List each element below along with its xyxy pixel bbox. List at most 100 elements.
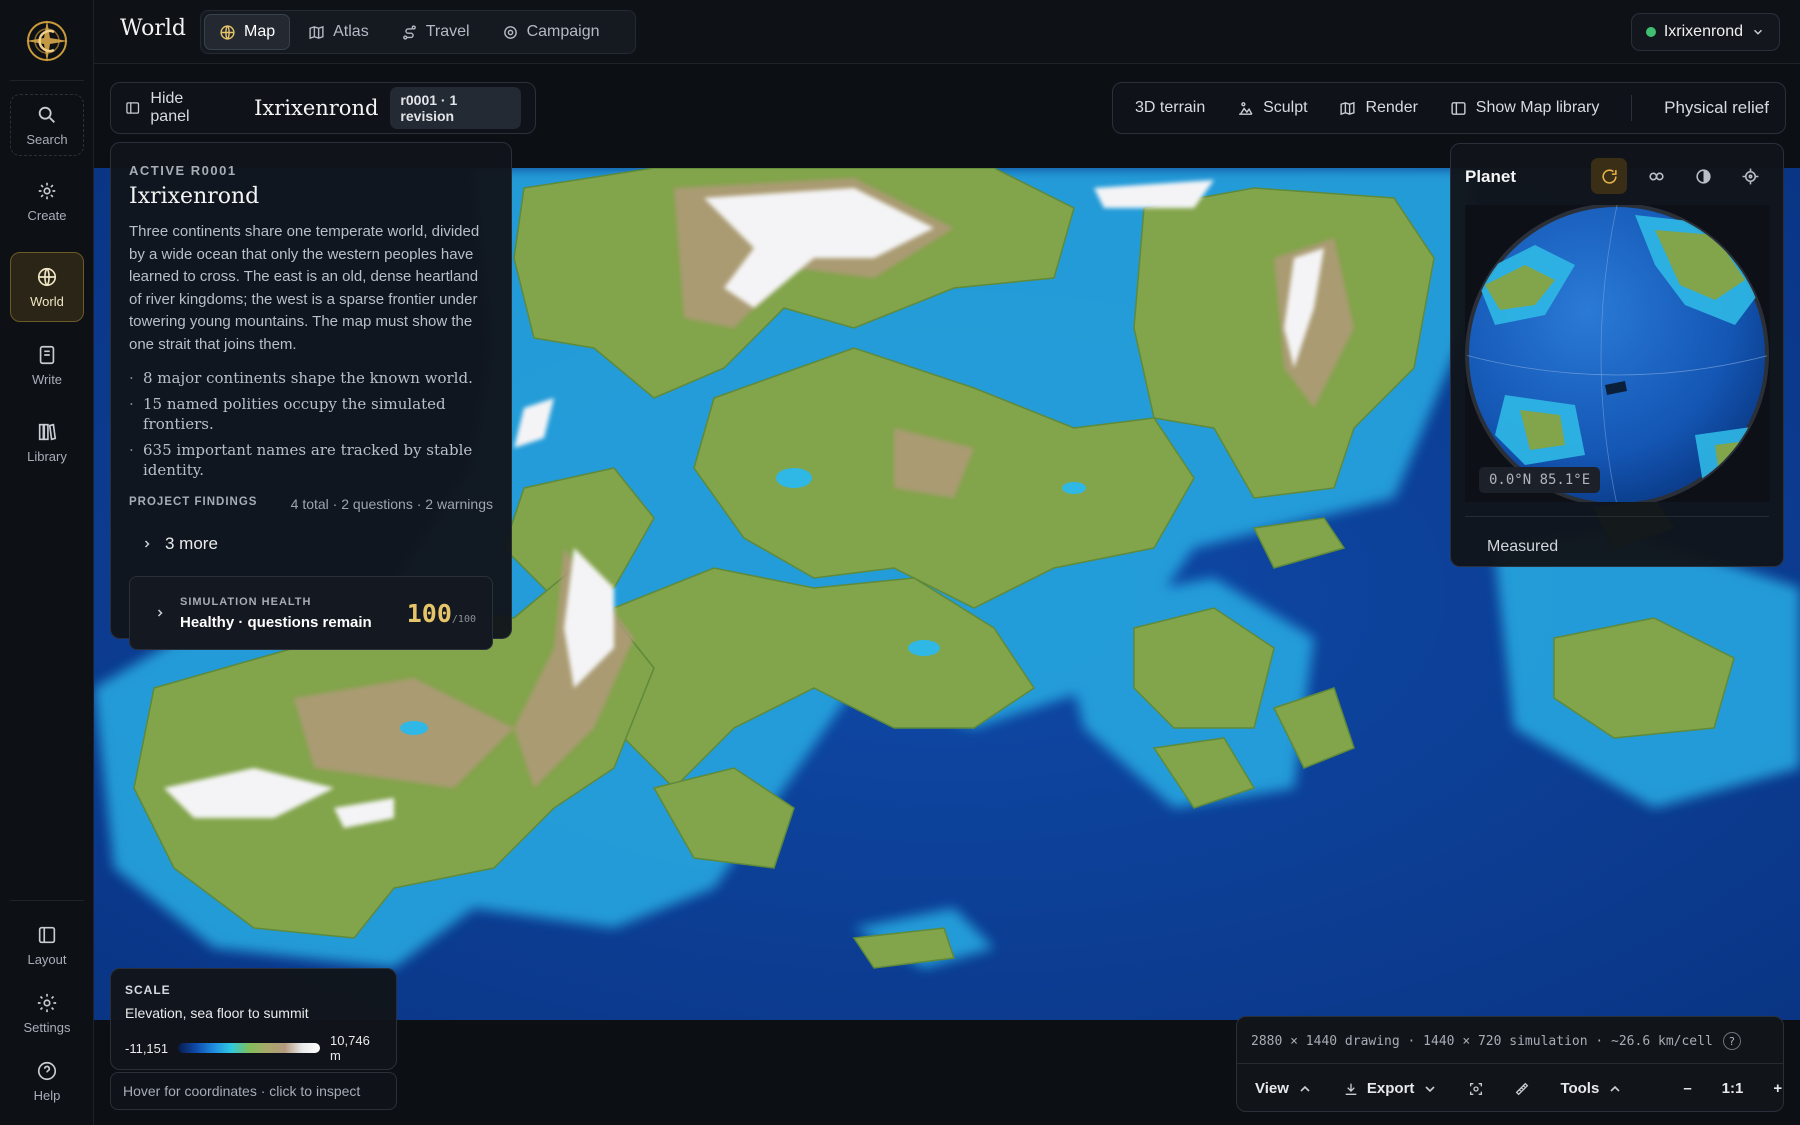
render-button[interactable]: Render <box>1339 99 1418 117</box>
simulation-health-card[interactable]: SIMULATION HEALTH Healthy · questions re… <box>129 576 493 650</box>
crosshair-icon <box>1742 168 1758 184</box>
sidebar-item-world[interactable]: World <box>10 252 84 322</box>
active-revision-kicker: ACTIVE R0001 <box>129 163 237 178</box>
map-status-bar: 2880 × 1440 drawing · 1440 × 720 simulat… <box>1236 1016 1784 1112</box>
tab-label: Travel <box>425 23 470 40</box>
score-max: /100 <box>451 613 476 625</box>
measure-button[interactable] <box>1514 1081 1530 1097</box>
map-mode-label: Physical relief <box>1664 98 1769 117</box>
export-label: Export <box>1366 1080 1415 1097</box>
chevron-right-icon <box>144 540 150 548</box>
tools-menu[interactable]: Tools <box>1560 1080 1623 1097</box>
zoom-level[interactable]: 1:1 <box>1722 1080 1744 1097</box>
zoom-out-button[interactable]: – <box>1683 1080 1691 1097</box>
page-title: World <box>120 16 186 41</box>
layout-icon <box>38 926 56 943</box>
contrast-button[interactable] <box>1685 158 1721 194</box>
locate-button[interactable] <box>1732 158 1768 194</box>
view-menu[interactable]: View <box>1255 1080 1313 1097</box>
planet-globe[interactable]: 0.0°N 85.1°E <box>1465 205 1770 502</box>
user-switcher[interactable]: Ixrixenrond <box>1630 13 1780 51</box>
findings-count: 4 total · 2 questions · 2 warnings <box>290 496 493 512</box>
globe-graphic <box>1465 205 1769 502</box>
map-icon <box>1340 101 1356 115</box>
hide-panel-label: Hide panel <box>150 90 190 125</box>
sidebar-item-help[interactable]: Help <box>10 1050 84 1112</box>
render-label: Render <box>1365 99 1418 116</box>
show-more-findings[interactable]: 3 more <box>141 534 493 554</box>
tab-atlas[interactable]: Atlas <box>294 14 383 50</box>
link-icon <box>1648 172 1664 180</box>
chevron-down-icon <box>1425 1085 1436 1092</box>
revision-badge[interactable]: r0001 · 1 revision <box>390 87 521 129</box>
download-icon <box>1345 1083 1357 1095</box>
tab-label: Map <box>244 23 276 40</box>
sculpt-button[interactable]: Sculpt <box>1237 99 1308 117</box>
map-icon <box>309 25 324 39</box>
scale-min: -11,151 <box>125 1040 169 1056</box>
route-icon <box>402 24 416 40</box>
world-toolbar: Hide panel Ixrixenrond r0001 · 1 revisio… <box>110 82 536 134</box>
sidebar-toggle-icon <box>1451 101 1466 115</box>
list-item: 635 important names are tracked by stabl… <box>129 440 493 480</box>
chevron-up-icon <box>1300 1085 1310 1092</box>
sidebar-item-settings[interactable]: Settings <box>10 982 84 1044</box>
ruler-icon <box>1516 1082 1529 1095</box>
hover-hint: Hover for coordinates · click to inspect <box>110 1072 397 1110</box>
view-tabs: Map Atlas Travel Campaign <box>200 10 636 54</box>
divider <box>1465 516 1769 517</box>
sculpt-label: Sculpt <box>1263 99 1308 116</box>
world-facts: 8 major continents shape the known world… <box>129 368 493 480</box>
notebook-icon <box>39 345 55 364</box>
list-item: 15 named polities occupy the simulated f… <box>129 394 493 434</box>
export-menu[interactable]: Export <box>1343 1080 1439 1097</box>
world-heading: Ixrixenrond <box>129 184 260 209</box>
tab-map[interactable]: Map <box>204 14 291 50</box>
hide-panel-button[interactable]: Hide panel <box>125 90 224 126</box>
sidebar-item-write[interactable]: Write <box>10 334 84 396</box>
sidebar-item-layout[interactable]: Layout <box>10 914 84 976</box>
chevron-up-icon <box>1610 1085 1620 1092</box>
globe-icon <box>37 267 57 286</box>
link-button[interactable] <box>1638 158 1674 194</box>
elevation-scale: SCALE Elevation, sea floor to summit -11… <box>110 968 397 1070</box>
findings-label: PROJECT FINDINGS <box>129 496 258 508</box>
measured-section[interactable]: Measured <box>1487 538 1558 556</box>
sidebar-item-label: Search <box>26 131 68 147</box>
books-icon <box>38 423 57 440</box>
sidebar-item-search[interactable]: Search <box>10 94 84 156</box>
chevron-down-icon <box>1753 29 1763 35</box>
help-icon[interactable]: ? <box>1722 1032 1741 1050</box>
terrain-3d-label: 3D terrain <box>1135 99 1206 116</box>
sidebar-item-create[interactable]: Create <box>10 170 84 232</box>
map-library-button[interactable]: Show Map library <box>1450 99 1600 117</box>
contrast-icon <box>1695 168 1711 184</box>
elevation-gradient <box>178 1043 321 1053</box>
more-label: 3 more <box>165 534 218 553</box>
app-logo[interactable] <box>24 18 70 64</box>
zoom-in-button[interactable]: + <box>1773 1080 1782 1097</box>
sidebar-item-library[interactable]: Library <box>10 411 84 473</box>
tab-travel[interactable]: Travel <box>387 14 484 50</box>
rotate-button[interactable] <box>1591 158 1627 194</box>
map-mode-select[interactable]: Physical relief <box>1664 98 1769 118</box>
zoom-in-label: + <box>1773 1080 1783 1097</box>
sidebar-item-label: Library <box>27 448 67 464</box>
map-library-label: Show Map library <box>1475 99 1600 116</box>
screenshot-button[interactable] <box>1468 1081 1484 1097</box>
world-description: Three continents share one temperate wor… <box>129 223 480 353</box>
resolution-info: 2880 × 1440 drawing · 1440 × 720 simulat… <box>1251 1033 1713 1049</box>
sidebar-item-label: Write <box>31 371 63 387</box>
terrain-3d-button[interactable]: 3D terrain <box>1135 99 1205 117</box>
gear-icon <box>37 993 57 1012</box>
scale-subtitle: Elevation, sea floor to summit <box>125 1005 309 1021</box>
scale-label: SCALE <box>125 983 171 997</box>
tools-label: Tools <box>1560 1080 1600 1097</box>
refresh-icon <box>1601 168 1617 184</box>
search-icon <box>38 106 55 123</box>
divider <box>1631 95 1633 121</box>
tab-campaign[interactable]: Campaign <box>488 14 614 50</box>
project-findings: PROJECT FINDINGS 4 total · 2 questions ·… <box>129 496 493 512</box>
planet-coords: 0.0°N 85.1°E <box>1479 467 1601 493</box>
sidebar-item-label: World <box>30 293 64 309</box>
